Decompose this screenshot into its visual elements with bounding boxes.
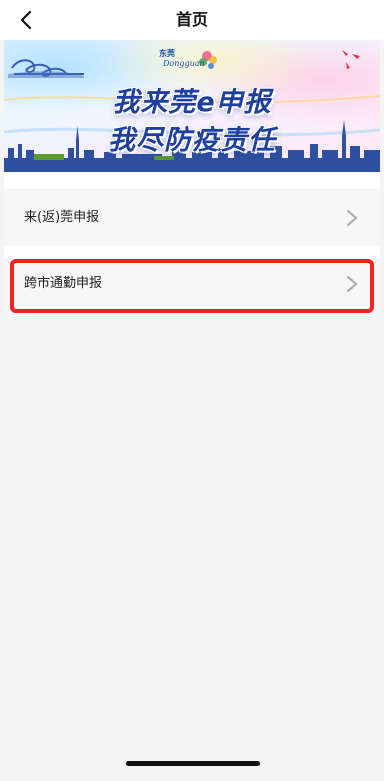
banner-headline-1: 我来莞e申报 [112,87,272,118]
spacer [4,172,380,189]
banner-image: 东莞 Dongguan 我来莞e申报 我尽防疫责任 [4,40,380,172]
logo-chinese-text: 东莞 [159,49,175,58]
nav-bar: 首页 [0,0,384,40]
menu-item-return-declaration[interactable]: 来(返)莞申报 [4,190,380,246]
home-indicator[interactable] [126,761,260,766]
chevron-right-icon [346,209,358,227]
banner-headline-2: 我尽防疫责任 [108,125,276,156]
logo-english-text: Dongguan [163,59,205,68]
empty-content-area [4,314,380,781]
highlight-annotation-box [10,259,374,313]
menu-item-label: 来(返)莞申报 [24,210,100,225]
page-title: 首页 [175,10,208,29]
dongguan-logo: 东莞 Dongguan [157,46,227,74]
